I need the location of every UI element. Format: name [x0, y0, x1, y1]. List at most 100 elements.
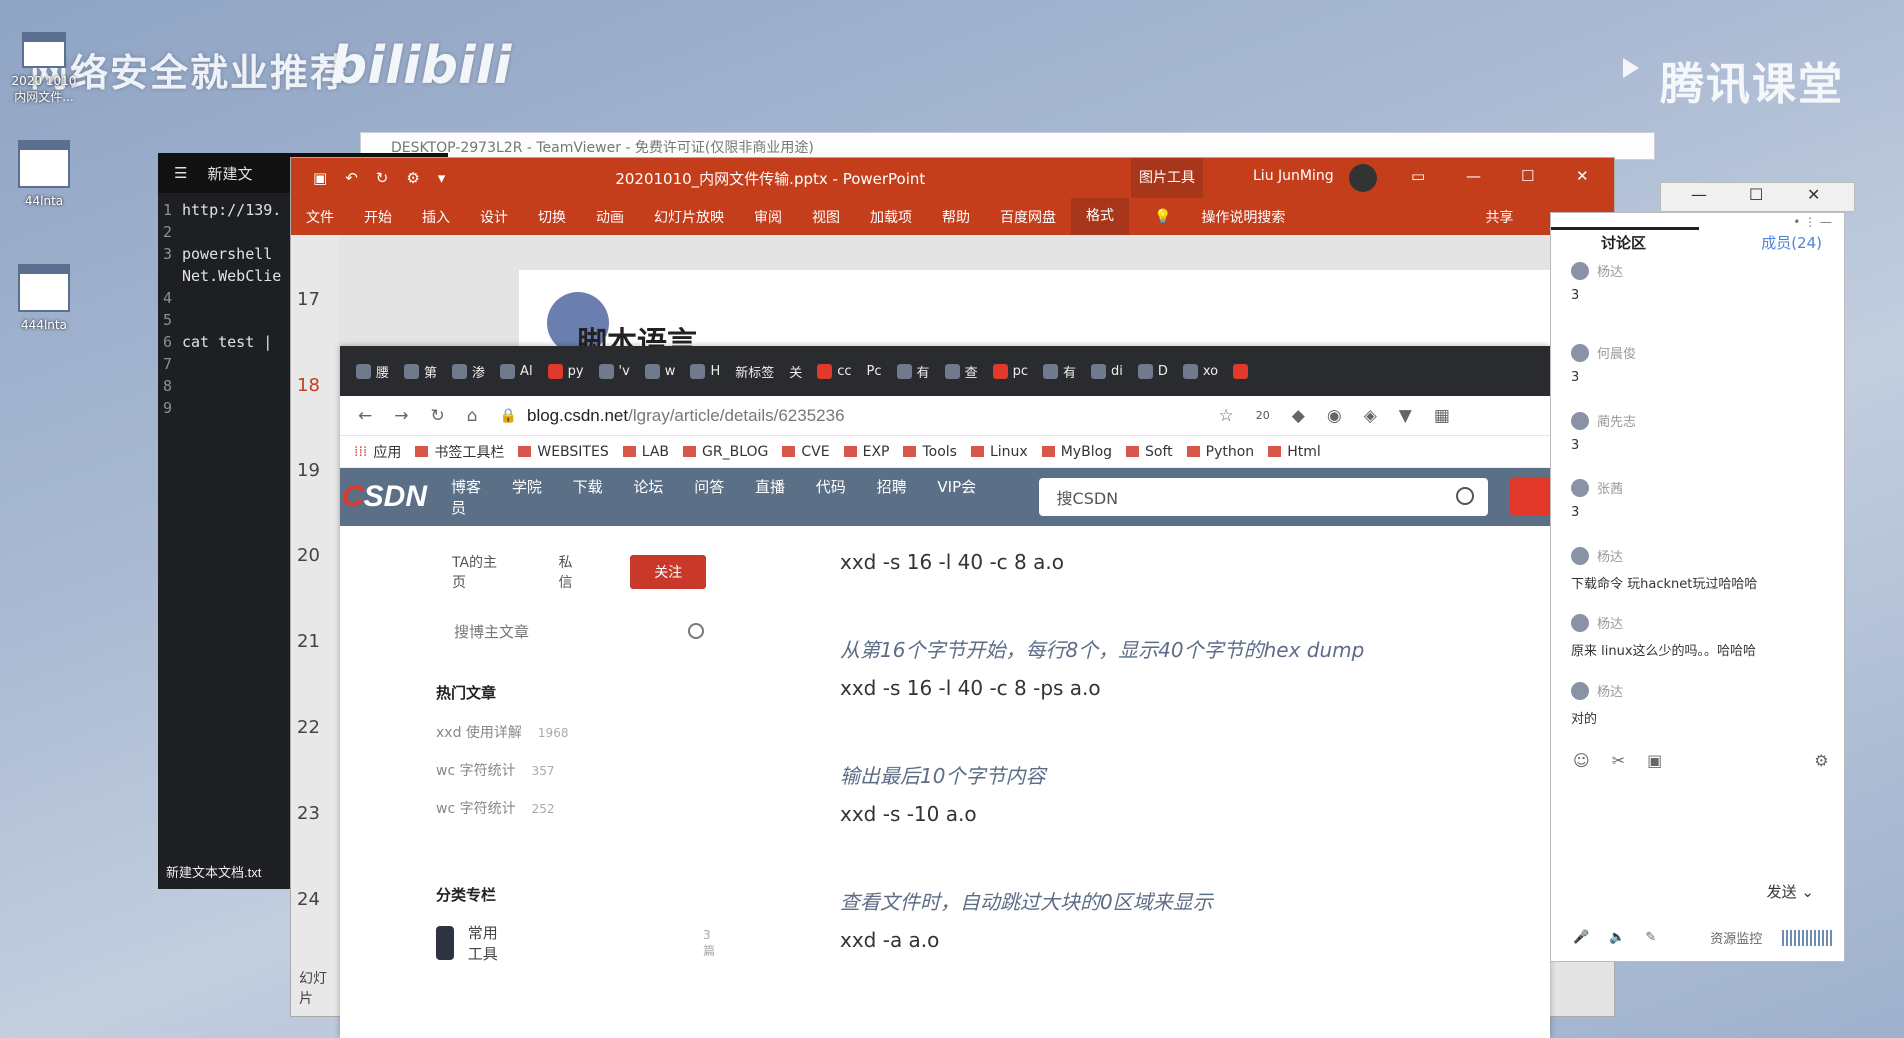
hot-article-item[interactable]: xxd 使用详解 1968: [436, 722, 568, 742]
bookmark-folder[interactable]: Soft: [1126, 444, 1173, 460]
lock-icon[interactable]: 🔒: [500, 408, 517, 424]
desktop-icon-444lnta[interactable]: 444lnta: [4, 264, 84, 332]
avatar[interactable]: [1571, 546, 1589, 565]
desktop-icon-44lnta[interactable]: 44lnta: [4, 140, 84, 208]
bookmark-folder[interactable]: 书签工具栏: [415, 442, 504, 462]
browser-tab[interactable]: 有: [1042, 362, 1076, 381]
bookmark-folder[interactable]: GR_BLOG: [683, 444, 768, 460]
image-icon[interactable]: ▣: [1647, 751, 1662, 770]
bookmark-apps[interactable]: ⁞⁞⁞ 应用: [354, 442, 401, 462]
menu-icon[interactable]: ☰: [174, 164, 187, 182]
tab-slideshow[interactable]: 幻灯片放映: [639, 207, 739, 227]
extension-icon[interactable]: ◆: [1292, 406, 1305, 426]
tab-insert[interactable]: 插入: [407, 207, 465, 227]
browser-tab[interactable]: 关: [789, 362, 802, 381]
tell-me-search[interactable]: 操作说明搜索: [1186, 207, 1300, 227]
tab-format[interactable]: 格式: [1071, 198, 1129, 235]
mic-icon[interactable]: 🎤: [1573, 930, 1589, 945]
ppt-user-name[interactable]: Liu JunMing: [1253, 168, 1334, 184]
extension-icon[interactable]: ◉: [1327, 406, 1342, 426]
tab-review[interactable]: 审阅: [739, 207, 797, 227]
slide-thumbnail-pane[interactable]: 17 18 19 20 21 22 23 24 幻灯片: [291, 235, 339, 1016]
browser-tab[interactable]: xo: [1182, 363, 1218, 379]
avatar[interactable]: [1571, 411, 1589, 430]
browser-tab[interactable]: 第: [404, 362, 437, 381]
nav-live[interactable]: 直播: [755, 478, 785, 496]
undo-icon[interactable]: ↶: [345, 169, 358, 187]
browser-tab[interactable]: 查: [944, 362, 978, 381]
tab-help[interactable]: 帮助: [927, 207, 985, 227]
quick-access-icon[interactable]: ⚙: [406, 169, 419, 187]
slide-number[interactable]: 20: [297, 545, 320, 566]
slide-number-selected[interactable]: 18: [297, 375, 320, 396]
write-button[interactable]: [1510, 478, 1550, 516]
back-icon[interactable]: ←: [358, 406, 372, 426]
tab-members[interactable]: 成员(24): [1761, 232, 1822, 253]
browser-tab[interactable]: 新标签: [735, 362, 774, 381]
browser-window[interactable]: 腰 第 渗 Al py 'v w H 新标签 关 cc Pc 有 查 pc 有 …: [340, 346, 1550, 1038]
extension-icon[interactable]: ▦: [1434, 406, 1450, 426]
extension-icon[interactable]: ◈: [1364, 406, 1377, 426]
tab-design[interactable]: 设计: [465, 207, 523, 227]
reload-icon[interactable]: ↻: [431, 406, 445, 426]
tab-addins[interactable]: 加载项: [855, 207, 927, 227]
minimize-icon[interactable]: —: [1466, 167, 1481, 185]
search-icon[interactable]: [688, 623, 704, 639]
slide-number[interactable]: 19: [297, 460, 320, 481]
avatar[interactable]: [1571, 261, 1589, 280]
maximize-icon[interactable]: ☐: [1521, 167, 1534, 185]
browser-tab[interactable]: 有: [896, 362, 930, 381]
nav-code[interactable]: 代码: [816, 478, 846, 496]
url-field[interactable]: blog.csdn.net/lgray/article/details/6235…: [527, 406, 845, 426]
star-icon[interactable]: ☆: [1219, 406, 1234, 426]
blog-search-input[interactable]: 搜博主文章: [454, 621, 704, 642]
csdn-logo[interactable]: CSDN: [342, 480, 427, 514]
forward-icon[interactable]: →: [394, 406, 408, 426]
share-button[interactable]: 共享: [1470, 207, 1528, 227]
browser-tab[interactable]: Al: [500, 363, 533, 379]
tab-file[interactable]: 文件: [291, 207, 349, 227]
panel-window-controls[interactable]: • ⋮ —: [1793, 215, 1832, 229]
browser-tab[interactable]: Pc: [867, 364, 882, 379]
slide-number[interactable]: 17: [297, 289, 320, 310]
resource-monitor-label[interactable]: 资源监控: [1710, 928, 1762, 947]
avatar[interactable]: [1571, 478, 1589, 497]
nav-academy[interactable]: 学院: [512, 478, 542, 496]
tab-animations[interactable]: 动画: [581, 207, 639, 227]
browser-tab[interactable]: py: [547, 363, 584, 379]
nav-download[interactable]: 下载: [573, 478, 603, 496]
search-icon[interactable]: [1456, 487, 1475, 505]
extension-badge[interactable]: 20: [1256, 409, 1270, 422]
send-button[interactable]: 发送 ⌄: [1767, 881, 1814, 902]
home-icon[interactable]: ⌂: [467, 406, 478, 426]
discussion-panel[interactable]: • ⋮ — 讨论区 成员(24) 杨达 3 何晨俊 3 蔺先志 3 张茜 3 杨…: [1550, 212, 1845, 962]
tab-discussion[interactable]: 讨论区: [1601, 232, 1646, 253]
extension-icon[interactable]: ▼: [1399, 406, 1412, 426]
bookmark-folder[interactable]: MyBlog: [1041, 444, 1112, 460]
tab-view[interactable]: 视图: [797, 207, 855, 227]
browser-tab[interactable]: D: [1137, 363, 1168, 379]
tab-transitions[interactable]: 切换: [523, 207, 581, 227]
customize-icon[interactable]: ▾: [438, 169, 446, 187]
nav-blog[interactable]: 博客: [451, 478, 481, 496]
ribbon-display-icon[interactable]: ▭: [1411, 167, 1425, 185]
speaker-icon[interactable]: 🔈: [1609, 930, 1625, 945]
emoji-icon[interactable]: ☺: [1573, 751, 1590, 770]
tab-baidu-netdisk[interactable]: 百度网盘: [985, 207, 1071, 227]
redo-icon[interactable]: ↻: [376, 169, 389, 187]
follow-button[interactable]: 关注: [630, 555, 706, 589]
bookmark-folder[interactable]: EXP: [843, 444, 889, 460]
slide-number[interactable]: 24: [297, 889, 320, 910]
browser-tab-active[interactable]: [1233, 363, 1249, 379]
avatar[interactable]: [1571, 681, 1589, 700]
browser-tab[interactable]: 'v: [598, 363, 630, 379]
pen-icon[interactable]: ✎: [1645, 930, 1656, 945]
nav-qa[interactable]: 问答: [694, 478, 724, 496]
slide-number[interactable]: 22: [297, 717, 320, 738]
csdn-search-input[interactable]: 搜CSDN: [1038, 478, 1489, 516]
bookmark-folder[interactable]: WEBSITES: [518, 444, 609, 460]
close-icon[interactable]: ✕: [1576, 167, 1589, 185]
browser-tab[interactable]: w: [644, 363, 675, 379]
ta-home-link[interactable]: TA的主页: [452, 552, 498, 592]
avatar[interactable]: [1571, 613, 1589, 632]
